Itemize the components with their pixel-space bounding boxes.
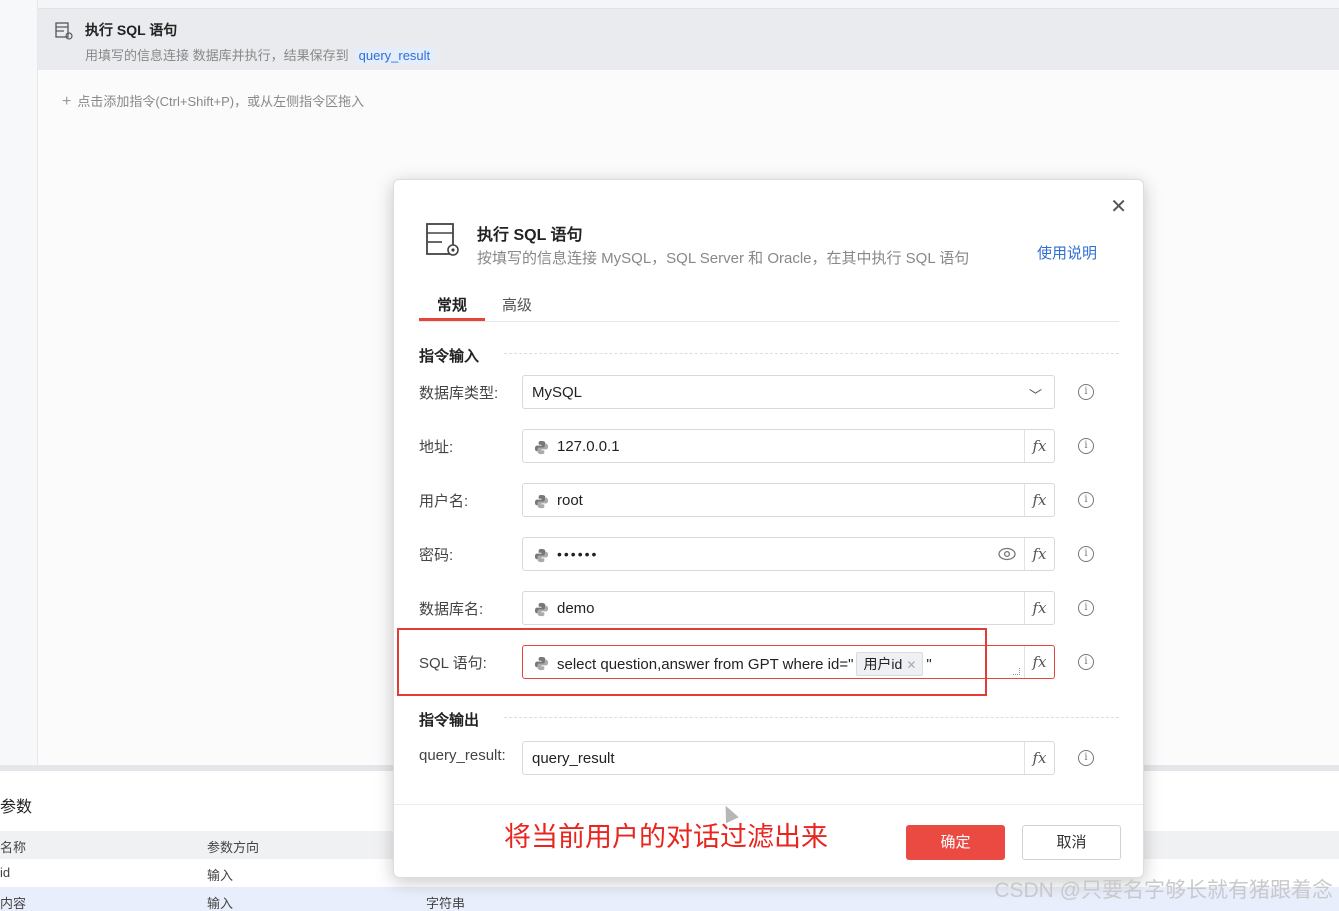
db-name-value: demo [557,600,595,617]
add-command-hint-text: 点击添加指令(Ctrl+Shift+P)，或从左侧指令区拖入 [77,94,365,109]
param-direction: 输入 [207,896,234,911]
close-icon[interactable]: ✕ [1110,194,1127,219]
sql-command-icon [55,22,73,40]
info-icon[interactable]: i [1078,438,1094,454]
host-label: 地址: [419,439,454,456]
host-value: 127.0.0.1 [557,438,620,455]
info-icon[interactable]: i [1078,492,1094,508]
info-icon[interactable]: i [1078,654,1094,670]
tab-advanced[interactable]: 高级 [502,294,532,315]
db-type-label: 数据库类型: [419,385,499,402]
output-field[interactable]: query_result fx [522,741,1055,775]
info-icon[interactable]: i [1078,384,1094,400]
tab-general[interactable]: 常规 [437,294,467,315]
col-name-header: 名称 [0,840,27,855]
info-icon[interactable]: i [1078,750,1094,766]
db-type-select[interactable]: MySQL ﹀ [522,375,1055,409]
info-icon[interactable]: i [1078,546,1094,562]
python-icon [534,440,549,455]
confirm-button[interactable]: 确定 [906,825,1005,860]
command-desc: 用填写的信息连接 数据库并执行，结果保存到 query_result [85,45,435,64]
db-type-value: MySQL [532,384,583,401]
help-link[interactable]: 使用说明 [1037,242,1097,263]
db-name-label: 数据库名: [419,601,484,618]
divider [504,353,1119,354]
dialog-title: 执行 SQL 语句 [477,227,583,244]
params-title: 参数 [0,799,33,816]
param-name: 内容 [0,896,27,911]
password-label: 密码: [419,547,454,564]
col-direction-header: 参数方向 [207,840,260,855]
info-icon[interactable]: i [1078,600,1094,616]
tab-bar: 常规 高级 [419,290,1119,322]
user-label: 用户名: [419,493,469,510]
user-field[interactable]: root fx [522,483,1055,517]
password-value: •••••• [557,546,599,562]
password-field[interactable]: •••••• fx [522,537,1055,571]
db-name-field[interactable]: demo fx [522,591,1055,625]
python-icon [534,602,549,617]
fx-button[interactable]: fx [1024,430,1054,462]
chevron-down-icon: ﹀ [1028,388,1042,403]
param-name: id [0,865,11,880]
annotation-text: 将当前用户的对话过滤出来 [504,822,828,853]
command-desc-text: 用填写的信息连接 数据库并执行，结果保存到 [85,48,349,63]
python-icon [534,548,549,563]
active-tab-indicator [419,318,485,321]
command-card[interactable]: 执行 SQL 语句 用填写的信息连接 数据库并执行，结果保存到 query_res… [38,8,1339,70]
fx-button[interactable]: fx [1024,742,1054,774]
watermark: CSDN @只要名字够长就有猪跟着念 [994,879,1333,902]
annotation-highlight-box [397,628,987,696]
section-input: 指令输入 [419,348,480,365]
footer-divider [394,804,1143,805]
output-value: query_result [532,750,615,767]
command-title: 执行 SQL 语句 [85,22,178,38]
add-command-hint[interactable]: + 点击添加指令(Ctrl+Shift+P)，或从左侧指令区拖入 [62,91,364,111]
dialog-desc: 按填写的信息连接 MySQL，SQL Server 和 Oracle，在其中执行… [477,250,970,267]
fx-button[interactable]: fx [1024,646,1054,678]
python-icon [534,494,549,509]
cancel-button[interactable]: 取消 [1022,825,1121,860]
plus-icon: + [62,93,72,110]
user-value: root [557,492,583,509]
param-type: 字符串 [426,896,466,911]
output-label: query_result: [419,747,506,764]
divider [504,717,1119,718]
fx-button[interactable]: fx [1024,484,1054,516]
param-direction: 输入 [207,868,234,883]
fx-button[interactable]: fx [1024,592,1054,624]
result-variable-tag[interactable]: query_result [354,47,435,64]
resize-handle[interactable] [1013,668,1020,675]
execute-sql-dialog: ✕ 执行 SQL 语句 按填写的信息连接 MySQL，SQL Server 和 … [393,179,1144,878]
sql-command-icon [426,223,459,256]
eye-icon[interactable] [998,547,1016,561]
host-field[interactable]: 127.0.0.1 fx [522,429,1055,463]
fx-button[interactable]: fx [1024,538,1054,570]
section-output: 指令输出 [419,712,480,729]
